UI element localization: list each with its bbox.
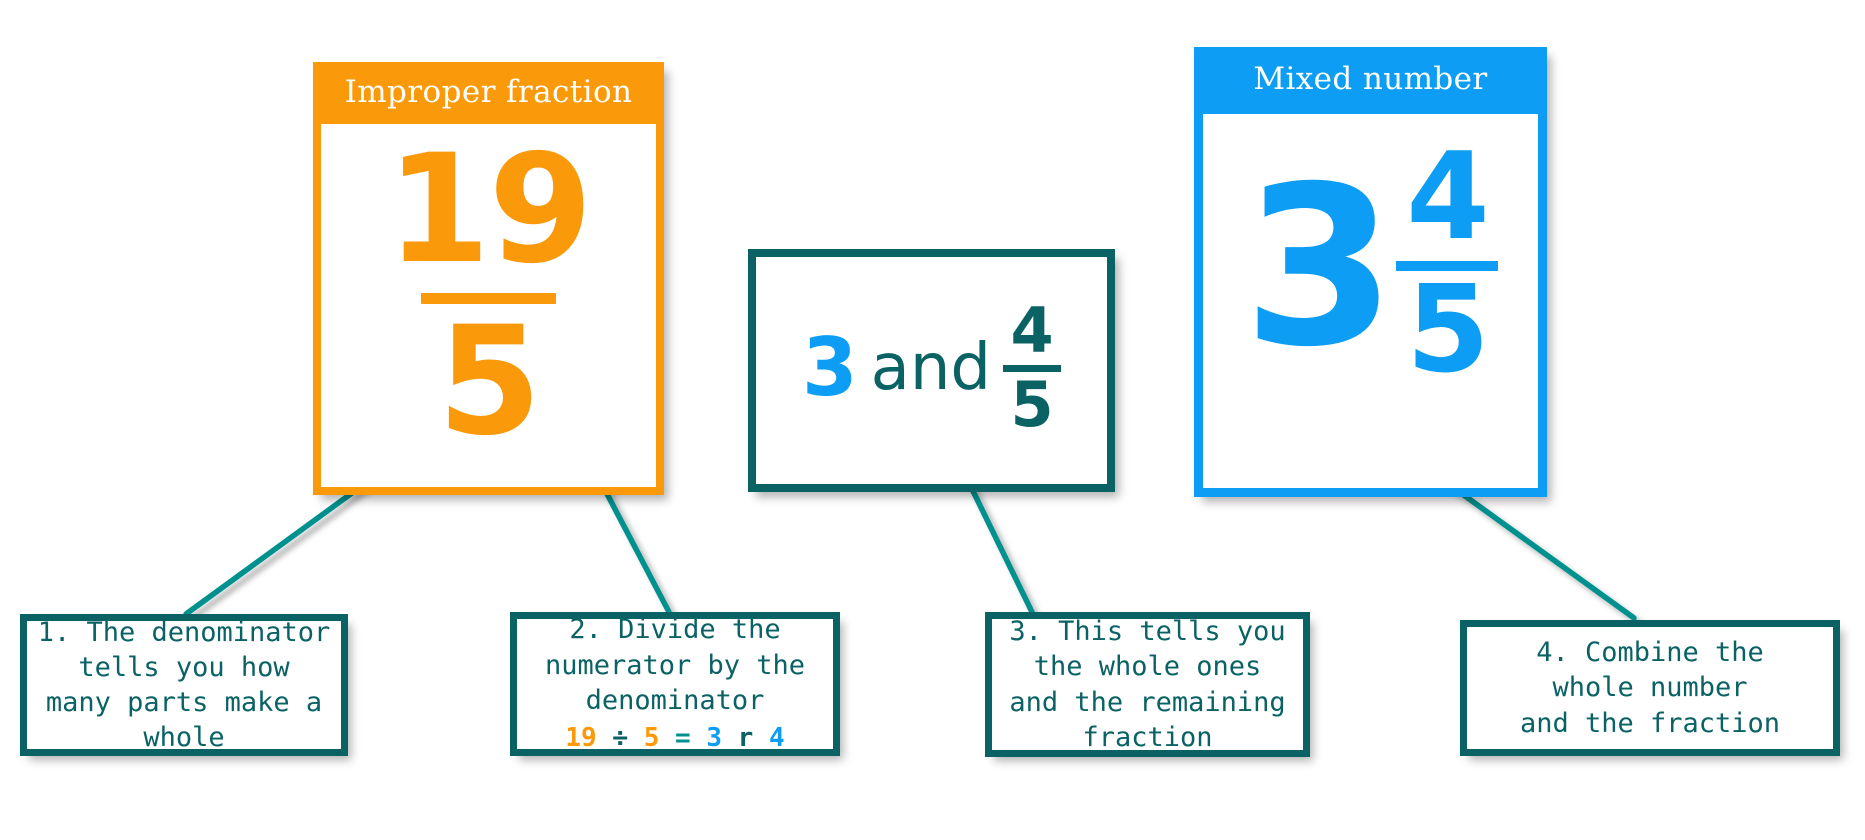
improper-fraction-card: Improper fraction 19 5 [313, 62, 664, 495]
caption-line: 3. This tells you [1009, 616, 1286, 648]
caption-box-3: 3. This tells you the whole ones and the… [985, 612, 1310, 757]
equation-remainder-label: r [737, 722, 754, 753]
diagram-canvas: Improper fraction 19 5 3 and 4 5 Mixed n… [0, 0, 1865, 840]
intermediate-fraction: 4 5 [1003, 294, 1062, 441]
caption-line: 4. Combine the [1536, 637, 1764, 669]
equation-quotient: 3 [706, 722, 722, 753]
mixed-denominator: 5 [1406, 261, 1489, 400]
improper-fraction-value: 19 5 [321, 134, 656, 459]
intermediate-conjunction: and [870, 330, 992, 405]
caption-line: numerator by the [544, 649, 806, 681]
intermediate-expression: 3 and 4 5 [801, 294, 1062, 441]
division-equation: 19 ÷ 5 = 3 r 4 [565, 722, 784, 756]
caption-line: fraction [1082, 721, 1213, 753]
caption-line: whole [143, 722, 225, 754]
mixed-number-card: Mixed number 3 4 5 [1194, 47, 1547, 497]
caption-line: 2. Divide the [569, 614, 781, 646]
intermediate-whole-number: 3 [801, 320, 858, 414]
mixed-fraction: 4 5 [1396, 128, 1499, 400]
caption-box-2: 2. Divide the numerator by the denominat… [510, 612, 840, 756]
mixed-numerator: 4 [1406, 128, 1489, 267]
equation-remainder: 4 [768, 722, 785, 753]
mixed-number-title: Mixed number [1194, 47, 1547, 114]
caption-line: and the fraction [1519, 707, 1781, 739]
intermediate-result-box: 3 and 4 5 [748, 249, 1115, 492]
intermediate-numerator: 4 [1010, 294, 1054, 368]
improper-denominator: 5 [437, 295, 541, 469]
improper-numerator: 19 [386, 123, 593, 297]
caption-box-4: 4. Combine the whole number and the frac… [1460, 620, 1840, 756]
caption-line: the whole ones [1033, 651, 1262, 683]
equation-equals-sign: = [675, 722, 691, 753]
caption-line: whole number [1552, 672, 1748, 704]
intermediate-denominator: 5 [1010, 367, 1054, 441]
equation-divisor: 5 [643, 722, 660, 753]
mixed-whole-number: 3 [1242, 139, 1396, 395]
caption-box-1: 1. The denominator tells you how many pa… [20, 614, 348, 756]
caption-line: denominator [585, 684, 765, 716]
caption-line: many parts make a [45, 687, 323, 718]
caption-line: 1. The denominator [37, 616, 331, 648]
caption-line: and the remaining [1009, 686, 1286, 718]
caption-line: tells you how [78, 651, 290, 683]
equation-divide-sign: ÷ [612, 722, 629, 753]
equation-dividend: 19 [565, 722, 597, 753]
improper-fraction-title: Improper fraction [313, 62, 664, 124]
mixed-number-value: 3 4 5 [1203, 138, 1538, 395]
